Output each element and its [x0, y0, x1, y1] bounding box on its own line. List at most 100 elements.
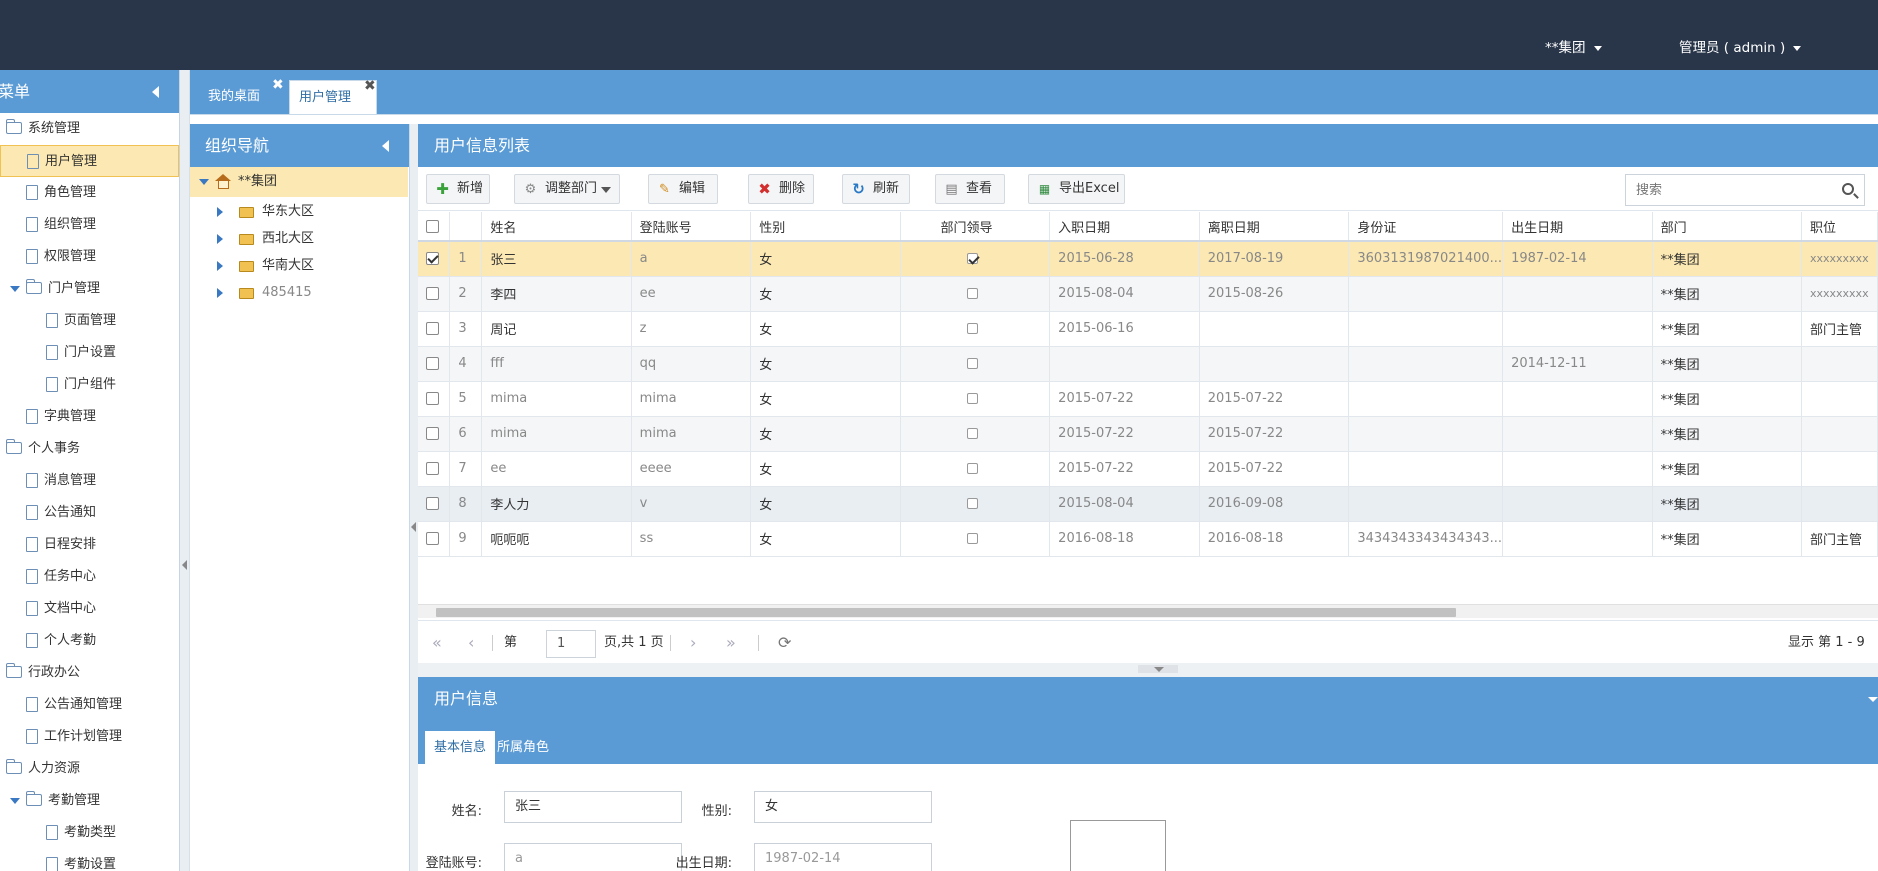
tab-basic-info[interactable]: 基本信息 — [425, 731, 496, 764]
sidebar-item[interactable]: 系统管理 — [0, 113, 179, 145]
dept-leader-checkbox[interactable] — [966, 498, 978, 509]
account-field[interactable]: a — [504, 843, 682, 871]
expand-arrow-icon[interactable] — [217, 234, 223, 244]
org-splitter[interactable] — [410, 124, 418, 871]
add-button[interactable]: ✚ 新增 — [426, 174, 490, 204]
column-header[interactable]: 职位 — [1801, 212, 1878, 242]
sidebar-item[interactable]: 文档中心 — [0, 593, 179, 625]
table-row[interactable]: 5 mima mima 女 2015-07-22 2015-07-22 **集团 — [418, 381, 1878, 417]
search-input[interactable] — [1626, 175, 1826, 205]
name-field[interactable]: 张三 — [504, 791, 682, 823]
org-tree-node[interactable]: 华南大区 — [190, 251, 408, 281]
collapse-down-icon[interactable] — [1868, 697, 1878, 702]
panel-divider[interactable] — [418, 663, 1878, 677]
row-checkbox-cell[interactable] — [418, 486, 451, 522]
table-row[interactable]: 9 呃呃呃 ss 女 2016-08-18 2016-08-18 3434343343434… — [418, 521, 1878, 557]
delete-button[interactable]: ✖ 删除 — [748, 174, 814, 204]
row-checkbox-cell[interactable] — [418, 521, 451, 557]
collapse-left-icon[interactable] — [411, 522, 416, 532]
dept-leader-checkbox[interactable] — [966, 393, 978, 404]
column-header[interactable]: 出生日期 — [1502, 212, 1653, 242]
gender-field[interactable]: 女 — [754, 791, 932, 823]
column-header[interactable]: 离职日期 — [1199, 212, 1350, 242]
sidebar-item[interactable]: 消息管理 — [0, 465, 179, 497]
expand-arrow-icon[interactable] — [199, 179, 209, 185]
table-row[interactable]: 3 周记 z 女 2015-06-16 **集团 部门主管 — [418, 311, 1878, 347]
expand-arrow-icon[interactable] — [10, 798, 20, 804]
dept-leader-checkbox[interactable] — [966, 323, 978, 334]
close-icon[interactable]: ✖ — [272, 78, 284, 92]
horizontal-scrollbar[interactable] — [418, 604, 1878, 618]
refresh-button[interactable]: ↻ 刷新 — [842, 174, 910, 204]
column-header[interactable]: 部门领导 — [900, 212, 1051, 242]
dept-leader-checkbox[interactable] — [966, 428, 978, 439]
sidebar-item[interactable]: 权限管理 — [0, 241, 179, 273]
scrollbar-thumb[interactable] — [436, 608, 1456, 617]
sidebar-item[interactable]: 日程安排 — [0, 529, 179, 561]
sidebar-item[interactable]: 门户组件 — [0, 369, 179, 401]
edit-button[interactable]: ✎ 编辑 — [648, 174, 718, 204]
column-header[interactable]: 性别 — [750, 212, 901, 242]
column-header[interactable]: 部门 — [1652, 212, 1802, 242]
sidebar-item[interactable]: 用户管理 — [0, 145, 179, 177]
org-tree-node[interactable]: 西北大区 — [190, 224, 408, 254]
dept-leader-checkbox[interactable] — [966, 533, 978, 544]
row-checkbox-cell[interactable] — [418, 241, 451, 277]
sidebar-item[interactable]: 考勤设置 — [0, 849, 179, 871]
table-row[interactable]: 2 李四 ee 女 2015-08-04 2015-08-26 **集团 xxxxxxxxx — [418, 276, 1878, 312]
sidebar-item[interactable]: 页面管理 — [0, 305, 179, 337]
org-tree-node[interactable]: 485415 — [190, 278, 408, 308]
table-row[interactable]: 6 mima mima 女 2015-07-22 2015-07-22 **集团 — [418, 416, 1878, 452]
sidebar-item[interactable]: 个人考勤 — [0, 625, 179, 657]
table-row[interactable]: 8 李人力 v 女 2015-08-04 2016-09-08 **集团 — [418, 486, 1878, 522]
reload-icon[interactable]: ⟳ — [778, 621, 791, 664]
sidebar-item[interactable]: 行政办公 — [0, 657, 179, 689]
sidebar-item[interactable]: 人力资源 — [0, 753, 179, 785]
column-header[interactable]: 入职日期 — [1049, 212, 1200, 242]
row-checkbox[interactable] — [426, 287, 439, 300]
org-tree-root[interactable]: **集团 — [190, 167, 408, 197]
select-all-checkbox[interactable] — [426, 219, 439, 233]
expand-arrow-icon[interactable] — [10, 286, 20, 292]
row-checkbox-cell[interactable] — [418, 276, 451, 312]
collapse-down-icon[interactable] — [1138, 665, 1178, 673]
prev-page-icon[interactable]: ‹ — [468, 621, 474, 664]
sidebar-item[interactable]: 考勤管理 — [0, 785, 179, 817]
row-checkbox[interactable] — [426, 322, 439, 335]
org-switch-menu[interactable]: **集团 — [1545, 36, 1602, 56]
sidebar-splitter[interactable] — [180, 70, 190, 871]
row-checkbox[interactable] — [426, 252, 439, 266]
close-icon[interactable]: ✖ — [364, 79, 376, 93]
expand-arrow-icon[interactable] — [217, 288, 223, 298]
table-row[interactable]: 1 张三 a 女 2015-06-28 2017-08-19 360313198702140… — [418, 241, 1878, 277]
export-excel-button[interactable]: ▦ 导出Excel — [1028, 174, 1125, 204]
dept-leader-checkbox[interactable] — [966, 358, 978, 369]
row-checkbox[interactable] — [426, 532, 439, 545]
sidebar-item[interactable]: 角色管理 — [0, 177, 179, 209]
select-all-checkbox-cell[interactable] — [418, 212, 451, 242]
page-number-input[interactable]: 1 — [546, 630, 596, 658]
sidebar-item[interactable]: 个人事务 — [0, 433, 179, 465]
search-icon[interactable] — [1842, 183, 1854, 195]
column-header[interactable]: 登陆账号 — [631, 212, 752, 242]
expand-arrow-icon[interactable] — [217, 207, 223, 217]
sidebar-item[interactable]: 考勤类型 — [0, 817, 179, 849]
dept-leader-checkbox[interactable] — [966, 288, 978, 299]
row-checkbox-cell[interactable] — [418, 451, 451, 487]
row-checkbox[interactable] — [426, 497, 439, 510]
sidebar-item[interactable]: 门户设置 — [0, 337, 179, 369]
user-menu[interactable]: 管理员 ( admin ) — [1679, 36, 1802, 56]
last-page-icon[interactable]: » — [726, 621, 736, 664]
collapse-left-icon[interactable] — [382, 140, 389, 152]
tab-desktop[interactable]: 我的桌面 ✖ — [190, 78, 284, 114]
column-header[interactable]: 身份证 — [1348, 212, 1504, 242]
tab-roles[interactable]: 所属角色 — [488, 731, 558, 764]
org-tree-node[interactable]: 华东大区 — [190, 197, 408, 227]
sidebar-item[interactable]: 门户管理 — [0, 273, 179, 305]
sidebar-item[interactable]: 字典管理 — [0, 401, 179, 433]
row-checkbox[interactable] — [426, 462, 439, 475]
row-checkbox-cell[interactable] — [418, 381, 451, 417]
row-checkbox[interactable] — [426, 357, 439, 370]
row-checkbox-cell[interactable] — [418, 346, 451, 382]
birth-field[interactable]: 1987-02-14 — [754, 843, 932, 871]
